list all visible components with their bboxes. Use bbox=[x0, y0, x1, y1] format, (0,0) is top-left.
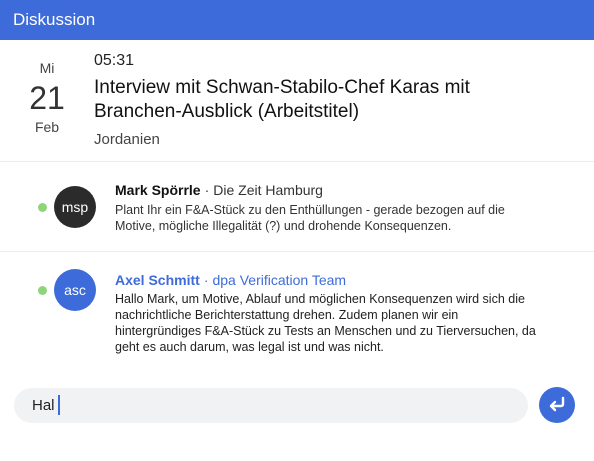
message-text: Hallo Mark, um Motive, Ablauf und möglic… bbox=[115, 292, 536, 354]
avatar[interactable]: msp bbox=[54, 186, 96, 228]
online-indicator-icon bbox=[38, 286, 47, 295]
text-caret bbox=[58, 395, 60, 415]
enter-return-icon bbox=[547, 396, 567, 415]
event-location: Jordanien bbox=[94, 131, 160, 148]
send-button[interactable] bbox=[539, 387, 575, 423]
author-org: Die Zeit Hamburg bbox=[213, 182, 323, 198]
message-header: Mark Spörrle · Die Zeit Hamburg bbox=[115, 181, 323, 199]
event-date: Mi 21 Feb bbox=[16, 58, 78, 136]
event-weekday: Mi bbox=[39, 60, 55, 76]
online-indicator-icon bbox=[38, 203, 47, 212]
author-name[interactable]: Mark Spörrle bbox=[115, 182, 201, 198]
message-text: Plant Ihr ein F&A-Stück zu den Enthüllun… bbox=[115, 203, 505, 233]
message-item: asc Axel Schmitt · dpa Verification Team H… bbox=[0, 252, 594, 366]
avatar[interactable]: asc bbox=[54, 269, 96, 311]
author-name[interactable]: Axel Schmitt bbox=[115, 272, 200, 288]
event-title: Interview mit Schwan-Stabilo-Chef Karas … bbox=[94, 77, 470, 122]
author-org: dpa Verification Team bbox=[212, 272, 347, 288]
separator: · bbox=[203, 272, 209, 288]
discussion-window: Diskussion Mi 21 Feb 05:31 Interview mit… bbox=[0, 0, 594, 461]
message-item: msp Mark Spörrle · Die Zeit Hamburg Plant … bbox=[0, 162, 594, 252]
window-title: Diskussion bbox=[0, 0, 594, 40]
message-composer bbox=[14, 388, 528, 423]
message-header: Axel Schmitt · dpa Verification Team bbox=[115, 271, 346, 289]
event-day: 21 bbox=[29, 80, 65, 116]
event-month: Feb bbox=[34, 119, 60, 135]
event-header: Mi 21 Feb 05:31 Interview mit Schwan-Sta… bbox=[0, 40, 594, 162]
separator: · bbox=[204, 182, 210, 198]
message-input[interactable] bbox=[32, 394, 512, 417]
event-time: 05:31 bbox=[94, 52, 135, 69]
